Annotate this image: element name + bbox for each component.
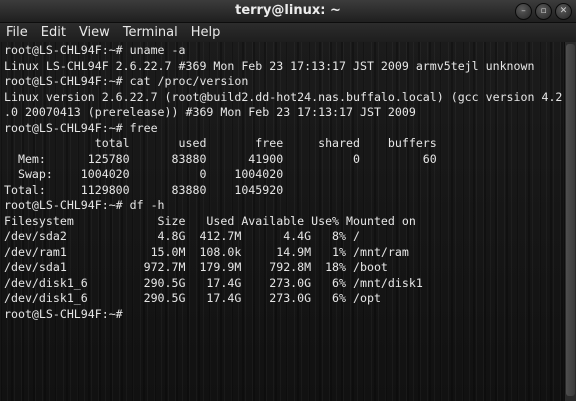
menu-bar: File Edit View Terminal Help	[0, 23, 576, 42]
menu-view[interactable]: View	[73, 25, 117, 40]
terminal-scrollbar[interactable]	[564, 42, 576, 401]
terminal-line: Linux version 2.6.22.7 (root@build2.dd-h…	[4, 89, 563, 104]
terminal-line: Linux LS-CHL94F 2.6.22.7 #369 Mon Feb 23…	[4, 58, 535, 73]
close-button[interactable]: ✕	[555, 3, 572, 20]
terminal-line: /dev/disk1_6 290.5G 17.4G 273.0G 6% /mnt…	[4, 275, 423, 290]
title-bar[interactable]: terry@linux: ~ – ▫ ✕	[0, 0, 576, 23]
terminal-line: Filesystem Size Used Available Use% Moun…	[4, 213, 416, 228]
menu-help[interactable]: Help	[185, 25, 228, 40]
terminal-prompt[interactable]: root@LS-CHL94F:~#	[4, 307, 565, 323]
maximize-button[interactable]: ▫	[535, 3, 552, 20]
terminal-line: .0 20070413 (prerelease)) #369 Mon Feb 2…	[4, 105, 416, 119]
terminal-window: terry@linux: ~ – ▫ ✕ File Edit View Term…	[0, 0, 576, 401]
terminal-line: Mem: 125780 83880 41900 0 60	[4, 151, 437, 166]
terminal-line: root@LS-CHL94F:~# df -h	[4, 198, 165, 212]
terminal-output[interactable]: root@LS-CHL94F:~# uname -a Linux LS-CHL9…	[0, 42, 565, 401]
terminal-line: root@LS-CHL94F:~# free	[4, 120, 158, 135]
menu-edit[interactable]: Edit	[35, 25, 73, 40]
terminal-line: /dev/ram1 15.0M 108.0k 14.9M 1% /mnt/ram	[4, 244, 409, 259]
terminal-line: root@LS-CHL94F:~# uname -a	[4, 43, 186, 57]
menu-terminal[interactable]: Terminal	[117, 25, 185, 40]
window-title: terry@linux: ~	[235, 3, 341, 18]
terminal-line: /dev/sda1 972.7M 179.9M 792.8M 18% /boot	[4, 260, 388, 274]
window-controls: – ▫ ✕	[515, 3, 572, 20]
scrollbar-thumb[interactable]	[566, 44, 575, 396]
terminal-line: Total: 1129800 83880 1045920	[4, 182, 284, 197]
menu-file[interactable]: File	[0, 25, 35, 40]
terminal-line: Swap: 1004020 0 1004020	[4, 167, 284, 181]
terminal-line: /dev/sda2 4.8G 412.7M 4.4G 8% /	[4, 229, 360, 243]
terminal-line: root@LS-CHL94F:~# cat /proc/version	[4, 74, 249, 88]
minimize-button[interactable]: –	[515, 3, 532, 20]
terminal-line: /dev/disk1_6 290.5G 17.4G 273.0G 6% /opt	[4, 291, 381, 305]
terminal-line: total used free shared buffers	[4, 136, 437, 150]
